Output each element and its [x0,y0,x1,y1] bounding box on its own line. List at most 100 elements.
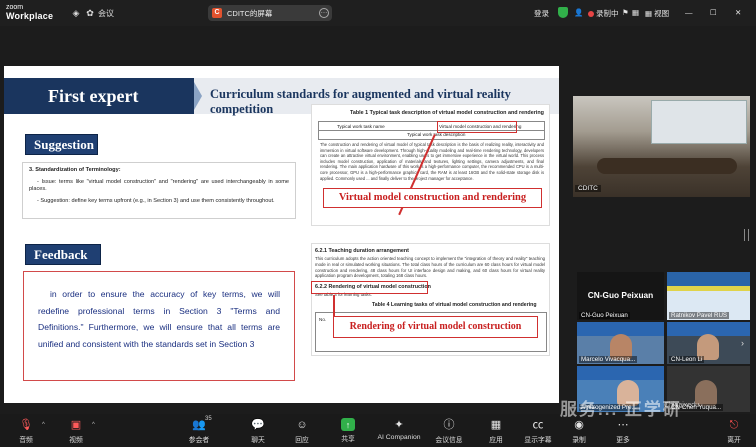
room-window [651,100,747,144]
audio-label: 音频 [19,437,33,444]
participant-name: Marcelo Vivacqua... [579,356,638,363]
next-page-chevron-icon[interactable]: › [741,338,744,348]
participant-tile[interactable]: CN-Leon Li [667,322,750,364]
table1-caption: Table 1 Typical task description of virt… [350,110,544,116]
callout-virtual-model: Virtual model construction and rendering [323,188,542,208]
screen-share-indicator[interactable]: C CDITC的屏幕 … [208,5,332,21]
share-title: CDITC的屏幕 [227,9,273,18]
participant-name: Ratnikov Pavel RUS [669,312,730,319]
apps-flag-icon[interactable]: ⚑ [622,8,629,17]
chat-icon: 💬 [251,419,265,431]
captions-icon: ㏄ [532,419,544,431]
participants-button[interactable]: 👥 35 参会者 [177,416,221,444]
meeting-info-button[interactable]: ⓘ 会议信息 [427,418,471,444]
section-6-2-1-text: This curriculum adopts the action orient… [315,256,545,279]
feedback-label: Feedback [25,244,101,265]
feedback-box: in order to ensure the accuracy of key t… [23,271,295,381]
ai-companion-button[interactable]: ✦ AI Companion [374,418,424,441]
login-link[interactable]: 登录 [534,8,549,19]
recording-label: 录制中 [596,9,619,18]
apps-label: 应用 [489,437,503,444]
participant-count: 35 [205,416,212,422]
ai-companion-icon: ✦ [394,419,404,431]
video-off-icon: ▣ [70,419,82,431]
encryption-shield-icon[interactable] [558,7,568,18]
apps-icon: ▦ [490,419,502,431]
panel-resize-handle[interactable] [744,229,749,241]
highlight-box-1 [437,121,517,133]
room-table [597,158,737,174]
highlight-box-2 [311,281,428,294]
suggestion-label: Suggestion [25,134,98,155]
people-icon[interactable]: 👤 [574,8,583,17]
logo-zoom-text: zoom [6,4,24,11]
section-6-2-document: 6.2.1 Teaching duration arrangement This… [311,243,550,356]
mic-muted-icon: 🎙 [19,419,33,431]
reaction-icon: ☺ [296,419,308,431]
zoom-logo: zoom Workplace [6,3,53,21]
record-button[interactable]: ◉ 录制 [557,418,601,444]
minimize-button[interactable]: — [685,8,693,17]
callout-rendering: Rendering of virtual model construction [333,316,538,338]
recording-indicator[interactable]: 录制中 [588,8,619,19]
terminology-suggestion: - Suggestion: define key terms upfront (… [37,197,275,204]
share-icon: ↑ [341,418,355,431]
participant-tile[interactable]: Marcelo Vivacqua... [577,322,664,364]
record-label: 录制 [572,437,586,444]
view-label: 视图 [654,9,670,18]
video-name-label: CDITC [575,185,601,192]
maximize-button[interactable]: ☐ [710,8,717,17]
active-speaker-video[interactable]: CDITC [573,96,750,197]
participant-name: CN-Leon Li [669,356,705,363]
terminology-heading: 3. Standardization of Terminology: [29,167,121,173]
table4-caption: Table 4 Learning tasks of virtual model … [372,302,537,308]
terminology-issue: - Issue: terms like "virtual model const… [29,178,289,193]
presentation-slide: First expert Curriculum standards for au… [4,66,559,403]
participant-tile[interactable]: CN-Guo Peixuan CN-Guo Peixuan [577,272,664,320]
participant-tile[interactable]: Ratnikov Pavel RUS [667,272,750,320]
close-button[interactable]: ✕ [735,8,741,17]
event-banner [577,366,664,380]
apps-button[interactable]: ▦ 应用 [474,418,518,444]
view-button[interactable]: ▦ 视图 [645,8,669,19]
video-label: 视频 [69,437,83,444]
more-label: 更多 [616,437,630,444]
sharer-avatar-icon: C [212,8,222,18]
more-icon: ⋯ [617,419,629,431]
participant-name-large: CN-Guo Peixuan [587,290,654,300]
chat-button[interactable]: 💬 聊天 [236,418,280,444]
leave-button[interactable]: ⎋ 离开 [712,418,756,444]
info-icon: ⓘ [443,419,455,431]
event-banner [667,272,750,286]
logo-workplace-text: Workplace [6,11,54,21]
grid-icon: ▦ [645,9,655,18]
record-dot-icon [588,11,594,17]
terminology-box: 3. Standardization of Terminology: - Iss… [22,162,296,219]
section-6-2-1-heading: 6.2.1 Teaching duration arrangement [315,248,409,254]
more-button[interactable]: ⋯ 更多 [601,418,645,444]
captions-label: 显示字幕 [524,437,552,444]
record-icon: ◉ [574,419,584,431]
feedback-text: in order to ensure the accuracy of key t… [38,289,280,349]
shield-status-icon[interactable]: ◈ [70,7,82,19]
slide-section-title: First expert [4,78,194,114]
reactions-label: 回应 [295,437,309,444]
chat-label: 聊天 [251,437,265,444]
captions-button[interactable]: ㏄ 显示字幕 [516,418,560,444]
ai-companion-label: AI Companion [377,434,421,441]
meeting-app-icon[interactable]: ✿ [84,7,96,19]
audio-options-caret[interactable]: ^ [42,422,45,428]
shared-screen-area: First expert Curriculum standards for au… [0,26,572,403]
table4-no-header: No. [319,317,327,322]
status-color-icon: ▦ [632,8,640,17]
participants-label: 参会者 [188,437,210,444]
leave-label: 离开 [727,437,741,444]
chevron-decoration-light [194,82,202,110]
meeting-info-label: 会议信息 [435,437,463,444]
table1-col1: Typical work task name [337,124,385,129]
video-options-caret[interactable]: ^ [92,422,95,428]
share-button[interactable]: ↑ 共享 [326,418,370,443]
share-options-icon[interactable]: … [319,8,329,18]
reactions-button[interactable]: ☺ 回应 [280,418,324,444]
meeting-label[interactable]: 会议 [98,8,114,19]
